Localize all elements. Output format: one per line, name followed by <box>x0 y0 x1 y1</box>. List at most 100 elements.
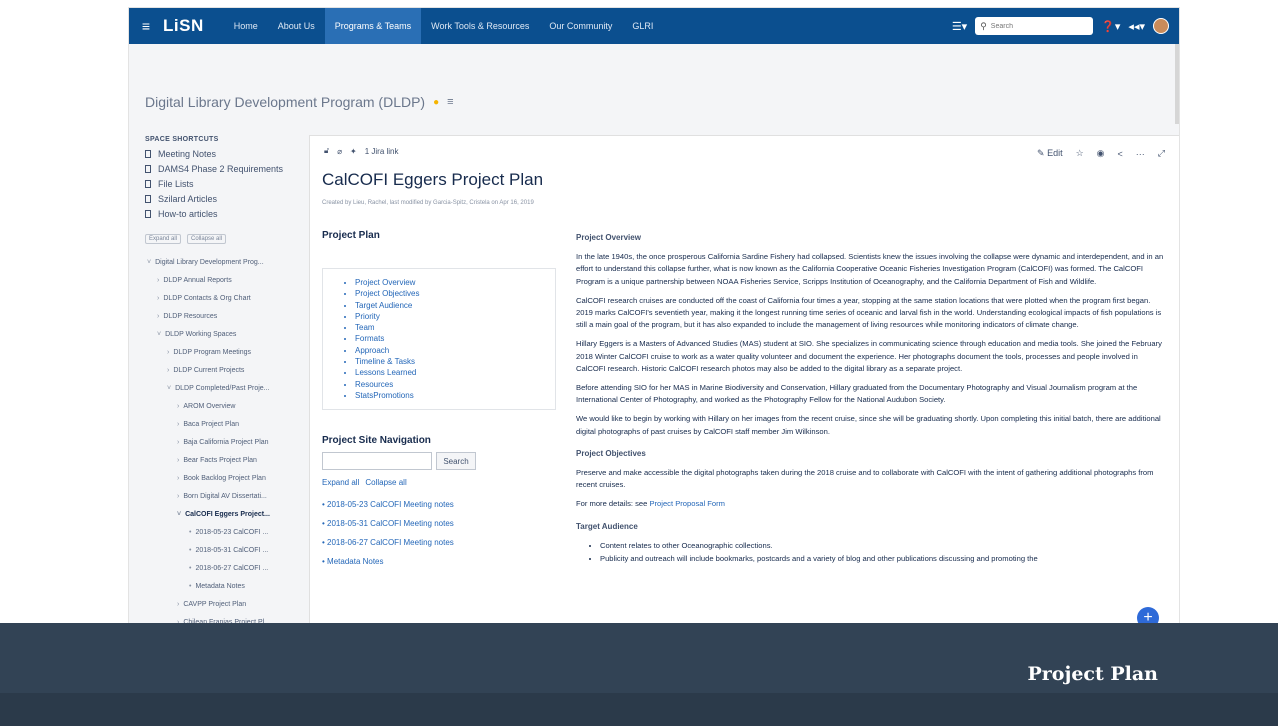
share-icon[interactable]: < <box>1118 149 1123 159</box>
tree-item[interactable]: ˅ Digital Library Development Prog... <box>145 254 295 272</box>
tree-item[interactable]: › DLDP Annual Reports <box>145 272 295 290</box>
tree-item[interactable]: ˅ DLDP Completed/Past Proje... <box>145 380 295 398</box>
site-nav-link[interactable]: 2018-06-27 CalCOFI Meeting notes <box>322 533 558 552</box>
toc-link[interactable]: Timeline & Tasks <box>355 356 545 367</box>
chevron-right-icon[interactable]: › <box>177 439 179 446</box>
sidebar-expand-all[interactable]: Expand all <box>145 234 182 244</box>
audience-item: Publicity and outreach will include book… <box>600 553 1168 565</box>
collapse-all-link[interactable]: Collapse all <box>365 478 406 487</box>
tree-item[interactable]: › Book Backlog Project Plan <box>145 470 295 488</box>
watch-icon[interactable]: ◉ <box>1097 148 1105 159</box>
chevron-right-icon[interactable]: › <box>157 313 159 320</box>
toc-link[interactable]: Team <box>355 322 545 333</box>
star-icon[interactable]: ☆ <box>1076 148 1084 159</box>
lisn-logo[interactable]: LiSN <box>163 16 204 36</box>
overview-paragraph: We would like to begin by working with H… <box>576 414 1161 436</box>
shortcut-how-to[interactable]: How-to articles <box>145 208 295 220</box>
tree-item[interactable]: › Bear Facts Project Plan <box>145 452 295 470</box>
site-nav-link[interactable]: 2018-05-23 CalCOFI Meeting notes <box>322 495 558 514</box>
toc-link[interactable]: Project Overview <box>355 277 545 288</box>
chevron-right-icon[interactable]: › <box>177 403 179 410</box>
slide-banner: Project Plan <box>0 623 1278 726</box>
site-nav-link[interactable]: 2018-05-31 CalCOFI Meeting notes <box>322 514 558 533</box>
toc-link[interactable]: Priority <box>355 311 545 322</box>
toc-link[interactable]: Target Audience <box>355 300 545 311</box>
tree-item[interactable]: › Born Digital AV Dissertati... <box>145 488 295 506</box>
toc-link[interactable]: StatsPromotions <box>355 390 545 401</box>
help-icon[interactable]: ❓▾ <box>1101 20 1120 33</box>
shortcut-file-lists[interactable]: File Lists <box>145 178 295 190</box>
site-nav-expand-controls: Expand all Collapse all <box>322 478 558 487</box>
tree-item[interactable]: › AROM Overview <box>145 398 295 416</box>
tree-item[interactable]: • 2018-05-31 CalCOFI ... <box>145 542 295 560</box>
proposal-form-link[interactable]: Project Proposal Form <box>649 499 725 508</box>
space-title[interactable]: Digital Library Development Program (DLD… <box>145 94 425 110</box>
jira-link[interactable]: 1 Jira link <box>365 147 399 156</box>
banner-title: Project Plan <box>1027 663 1158 685</box>
nav-item-home[interactable]: Home <box>224 8 268 44</box>
notifications-icon[interactable]: ◂◂▾ <box>1128 20 1145 33</box>
chevron-right-icon[interactable]: › <box>177 457 179 464</box>
nav-item-about-us[interactable]: About Us <box>268 8 325 44</box>
tree-item[interactable]: › DLDP Contacts & Org Chart <box>145 290 295 308</box>
tree-item[interactable]: › DLDP Program Meetings <box>145 344 295 362</box>
tree-item[interactable]: › CAVPP Project Plan <box>145 596 295 614</box>
chevron-right-icon[interactable]: › <box>157 277 159 284</box>
nav-item-glri[interactable]: GLRI <box>622 8 663 44</box>
tree-item-current[interactable]: ˅ CalCOFI Eggers Project... <box>145 506 295 524</box>
nav-item-programs-teams[interactable]: Programs & Teams <box>324 8 422 44</box>
document-icon <box>145 195 151 203</box>
site-nav-link[interactable]: Metadata Notes <box>322 552 558 571</box>
chevron-down-icon[interactable]: ˅ <box>167 385 171 392</box>
attachment-icon[interactable]: ⌀ <box>337 147 342 156</box>
search-icon: ⚲ <box>980 20 987 31</box>
toc-link[interactable]: Project Objectives <box>355 288 545 299</box>
tree-item[interactable]: › DLDP Resources <box>145 308 295 326</box>
list-menu-icon[interactable]: ☰▾ <box>952 20 967 33</box>
chevron-down-icon[interactable]: ˅ <box>177 511 181 518</box>
site-nav-search-button[interactable]: Search <box>436 452 476 471</box>
tree-item[interactable]: › Baja California Project Plan <box>145 434 295 452</box>
global-search[interactable]: ⚲ <box>975 17 1094 35</box>
toc-link[interactable]: Resources <box>355 379 545 390</box>
toc-link[interactable]: Approach <box>355 345 545 356</box>
favorite-star-icon[interactable]: ● <box>433 97 439 108</box>
chevron-right-icon[interactable]: › <box>157 295 159 302</box>
scrollbar[interactable] <box>1175 44 1179 124</box>
chevron-down-icon[interactable]: ˅ <box>147 259 151 266</box>
restrictions-icon[interactable]: 🔓︎ <box>324 146 329 156</box>
user-avatar[interactable] <box>1153 18 1169 34</box>
expand-all-link[interactable]: Expand all <box>322 478 359 487</box>
chevron-down-icon[interactable]: ˅ <box>157 331 161 338</box>
jira-icon[interactable]: ✦ <box>350 147 357 156</box>
tree-item[interactable]: • Metadata Notes <box>145 578 295 596</box>
hamburger-menu-icon[interactable]: ≡ <box>133 18 159 34</box>
chevron-right-icon[interactable]: › <box>167 349 169 356</box>
tree-item[interactable]: ˅ DLDP Working Spaces <box>145 326 295 344</box>
tree-item[interactable]: › Baca Project Plan <box>145 416 295 434</box>
site-nav-search-input[interactable] <box>322 452 432 471</box>
chevron-right-icon[interactable]: › <box>177 421 179 428</box>
chevron-right-icon[interactable]: › <box>177 493 179 500</box>
toc-link[interactable]: Formats <box>355 333 545 344</box>
shortcut-dams4[interactable]: DAMS4 Phase 2 Requirements <box>145 163 295 175</box>
chevron-right-icon[interactable]: › <box>177 475 179 482</box>
sidebar-collapse-all[interactable]: Collapse all <box>187 234 227 244</box>
shortcut-meeting-notes[interactable]: Meeting Notes <box>145 148 295 160</box>
tree-item[interactable]: • 2018-05-23 CalCOFI ... <box>145 524 295 542</box>
tree-item[interactable]: • 2018-06-27 CalCOFI ... <box>145 560 295 578</box>
toc-link[interactable]: Lessons Learned <box>355 367 545 378</box>
nav-item-our-community[interactable]: Our Community <box>539 8 622 44</box>
space-menu-icon[interactable]: ≡ <box>447 96 453 108</box>
nav-item-work-tools[interactable]: Work Tools & Resources <box>421 8 539 44</box>
chevron-right-icon[interactable]: › <box>167 367 169 374</box>
more-icon[interactable]: ··· <box>1136 149 1145 159</box>
edit-button[interactable]: ✎ Edit <box>1037 148 1063 159</box>
global-search-input[interactable] <box>990 22 1081 30</box>
left-column: Project Plan Project Overview Project Ob… <box>322 230 558 571</box>
shortcut-szilard[interactable]: Szilard Articles <box>145 193 295 205</box>
fullscreen-icon[interactable]: ⤢ <box>1158 148 1165 159</box>
tree-item[interactable]: › DLDP Current Projects <box>145 362 295 380</box>
page-toolbar-right: ✎ Edit ☆ ◉ < ··· ⤢ <box>1037 148 1165 159</box>
chevron-right-icon[interactable]: › <box>177 601 179 608</box>
